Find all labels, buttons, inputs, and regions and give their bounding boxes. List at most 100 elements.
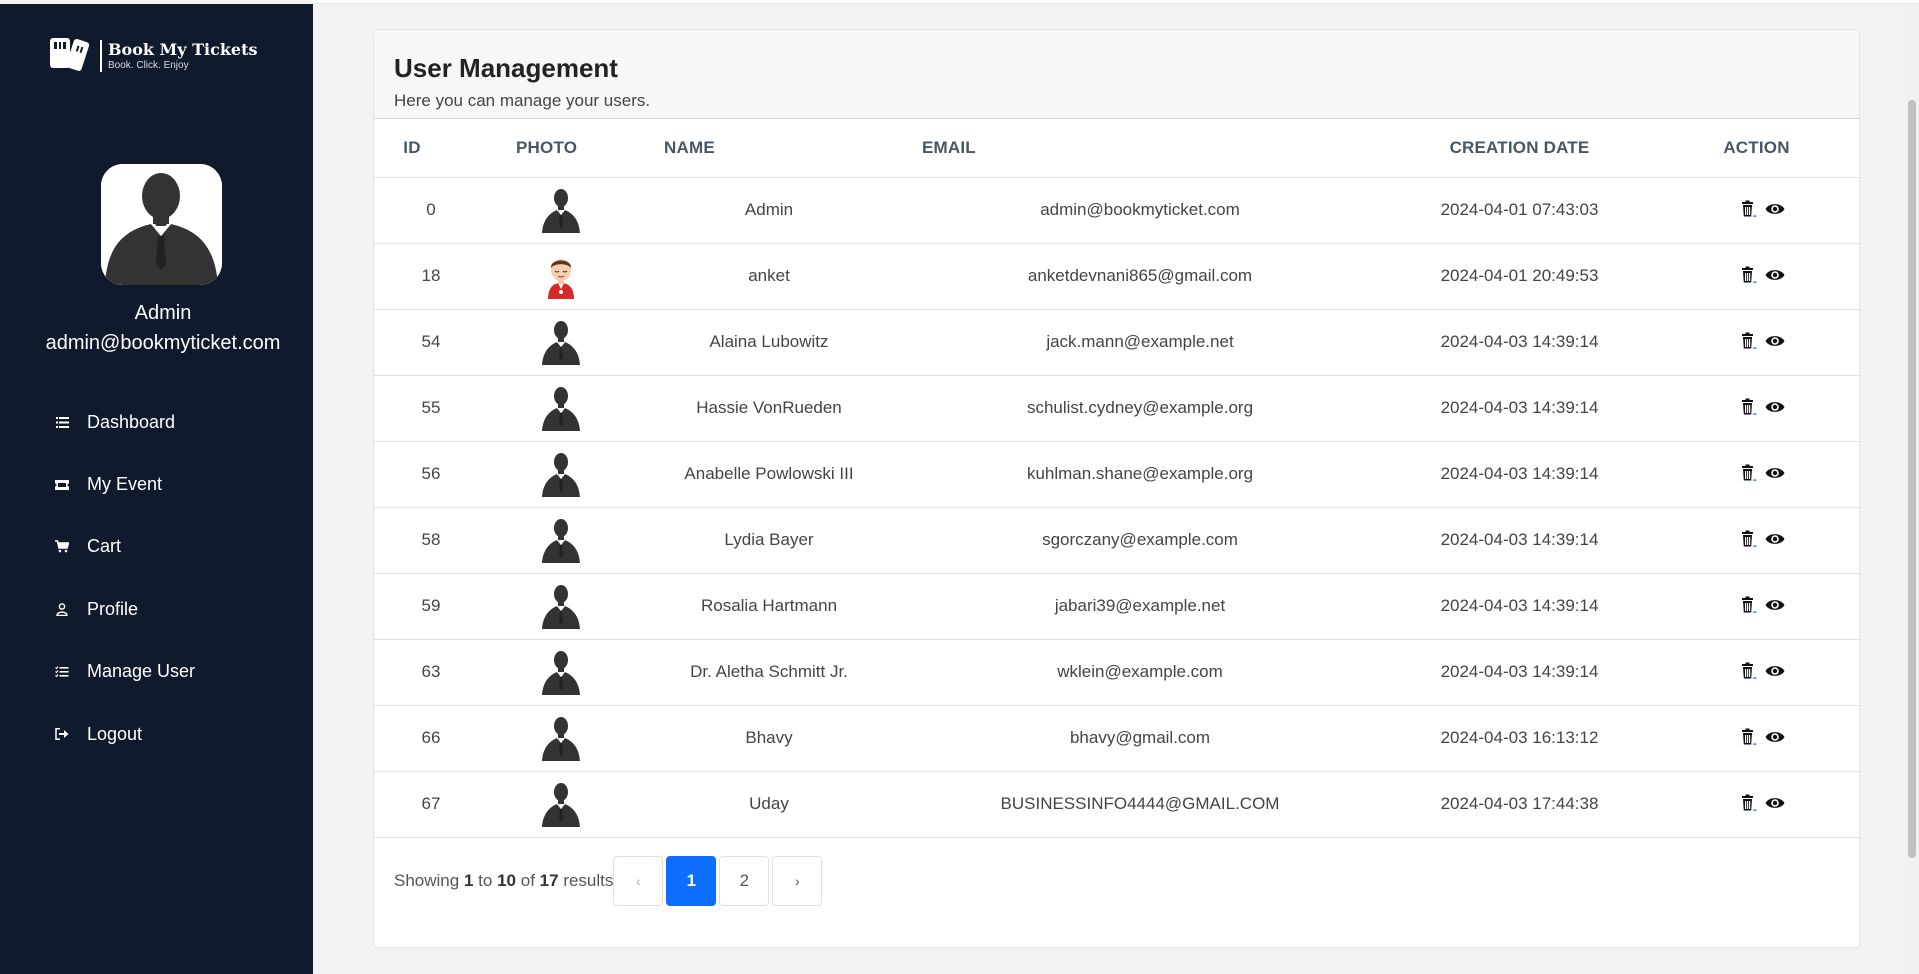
sidebar: Book My Tickets Book. Click. Enjoy Admin…	[0, 4, 313, 974]
top-border	[313, 0, 1919, 4]
trash-icon[interactable]	[1737, 462, 1759, 484]
sidebar-item-my-event[interactable]: My Event	[0, 453, 313, 515]
cell-action	[1664, 573, 1859, 640]
cell-photo	[488, 705, 633, 772]
cell-action	[1664, 507, 1859, 574]
eye-icon[interactable]	[1764, 726, 1786, 748]
sidebar-item-cart[interactable]: Cart	[0, 516, 313, 578]
cell-id: 59	[374, 573, 488, 640]
trash-icon[interactable]	[1737, 528, 1759, 550]
column-header-action[interactable]: ACTION	[1664, 119, 1859, 178]
cell-creation-date: 2024-04-03 14:39:14	[1375, 639, 1664, 706]
table-body: 0 Admin admin@bookmyticket.com 2024-04-01 0…	[374, 177, 1859, 838]
eye-icon[interactable]	[1764, 528, 1786, 550]
results-from: 1	[463, 871, 474, 890]
brand-tagline: Book. Click. Enjoy	[108, 60, 189, 71]
sidebar-nav: Dashboard My Event Cart Profile Manage U…	[0, 391, 313, 765]
cell-email: admin@bookmyticket.com	[905, 177, 1375, 244]
results-to: 10	[497, 871, 516, 890]
cell-name: Uday	[633, 771, 905, 838]
trash-icon[interactable]	[1737, 594, 1759, 616]
cell-action	[1664, 639, 1859, 706]
cell-name: Admin	[633, 177, 905, 244]
user-avatar	[540, 259, 582, 299]
column-header-id[interactable]: ID	[374, 119, 488, 178]
page-2-button[interactable]: 2	[719, 856, 770, 906]
column-header-creation-date[interactable]: CREATION DATE	[1375, 119, 1664, 178]
ticket-icon	[54, 477, 70, 493]
sidebar-item-profile[interactable]: Profile	[0, 578, 313, 640]
cell-name: Rosalia Hartmann	[633, 573, 905, 640]
list-icon	[54, 414, 70, 430]
user-avatar	[540, 453, 582, 497]
cell-id: 66	[374, 705, 488, 772]
cell-action	[1664, 309, 1859, 376]
cell-id: 54	[374, 309, 488, 376]
sidebar-item-label: Profile	[87, 598, 139, 619]
eye-icon[interactable]	[1764, 594, 1786, 616]
column-header-photo[interactable]: PHOTO	[488, 119, 633, 178]
profile-name: Admin	[134, 302, 192, 324]
cell-action	[1664, 243, 1859, 310]
user-avatar	[540, 651, 582, 695]
table-row: 55 Hassie VonRueden schulist.cydney@exampl…	[374, 375, 1859, 442]
sidebar-item-manage-user[interactable]: Manage User	[0, 641, 313, 703]
cell-action	[1664, 441, 1859, 508]
table-row: 58 Lydia Bayer sgorczany@example.com 2024-0…	[374, 507, 1859, 574]
sidebar-item-dashboard[interactable]: Dashboard	[0, 391, 313, 453]
cell-email: schulist.cydney@example.org	[905, 375, 1375, 442]
cell-email: anketdevnani865@gmail.com	[905, 243, 1375, 310]
user-management-card: User Management Here you can manage your…	[373, 29, 1860, 948]
sidebar-item-label: Logout	[87, 723, 143, 744]
eye-icon[interactable]	[1764, 396, 1786, 418]
cell-photo	[488, 177, 633, 244]
cart-icon	[54, 539, 70, 555]
trash-icon[interactable]	[1737, 264, 1759, 286]
cell-id: 55	[374, 375, 488, 442]
results-prefix: Showing	[394, 871, 460, 890]
column-header-email[interactable]: EMAIL	[905, 119, 1375, 178]
cell-email: kuhlman.shane@example.org	[905, 441, 1375, 508]
table-header-row: ID PHOTO NAME EMAIL CREATION DATE ACTION	[374, 119, 1859, 178]
trash-icon[interactable]	[1737, 792, 1759, 814]
trash-icon[interactable]	[1737, 198, 1759, 220]
cell-email: bhavy@gmail.com	[905, 705, 1375, 772]
cell-photo	[488, 309, 633, 376]
user-avatar	[540, 783, 582, 827]
cell-id: 0	[374, 177, 488, 244]
cell-photo	[488, 243, 633, 310]
page-1-button[interactable]: 1	[666, 856, 717, 906]
trash-icon[interactable]	[1737, 726, 1759, 748]
cell-photo	[488, 441, 633, 508]
trash-icon[interactable]	[1737, 330, 1759, 352]
scrollbar-thumb[interactable]	[1908, 100, 1916, 858]
column-header-name[interactable]: NAME	[633, 119, 905, 178]
eye-icon[interactable]	[1764, 792, 1786, 814]
user-avatar	[540, 189, 582, 233]
page-scrollbar[interactable]	[1905, 4, 1919, 974]
eye-icon[interactable]	[1764, 198, 1786, 220]
cell-creation-date: 2024-04-01 20:49:53	[1375, 243, 1664, 310]
next-page-button[interactable]: ›	[772, 856, 823, 906]
eye-icon[interactable]	[1764, 462, 1786, 484]
cell-name: Hassie VonRueden	[633, 375, 905, 442]
sidebar-item-label: Manage User	[87, 661, 196, 682]
brand[interactable]: Book My Tickets Book. Click. Enjoy	[48, 34, 258, 78]
cell-creation-date: 2024-04-01 07:43:03	[1375, 177, 1664, 244]
cell-name: Lydia Bayer	[633, 507, 905, 574]
eye-icon[interactable]	[1764, 330, 1786, 352]
results-summary: Showing 1 to 10 of 17 results	[394, 871, 613, 891]
previous-page-button[interactable]: ‹	[613, 856, 664, 906]
trash-icon[interactable]	[1737, 660, 1759, 682]
trash-icon[interactable]	[1737, 396, 1759, 418]
results-total: 17	[539, 871, 559, 890]
sidebar-item-logout[interactable]: Logout	[0, 703, 313, 765]
eye-icon[interactable]	[1764, 264, 1786, 286]
eye-icon[interactable]	[1764, 660, 1786, 682]
cell-creation-date: 2024-04-03 14:39:14	[1375, 573, 1664, 640]
user-avatar	[540, 519, 582, 563]
cell-creation-date: 2024-04-03 14:39:14	[1375, 441, 1664, 508]
table-row: 56 Anabelle Powlowski III kuhlman.shane@ex…	[374, 441, 1859, 508]
cell-creation-date: 2024-04-03 16:13:12	[1375, 705, 1664, 772]
cell-photo	[488, 573, 633, 640]
